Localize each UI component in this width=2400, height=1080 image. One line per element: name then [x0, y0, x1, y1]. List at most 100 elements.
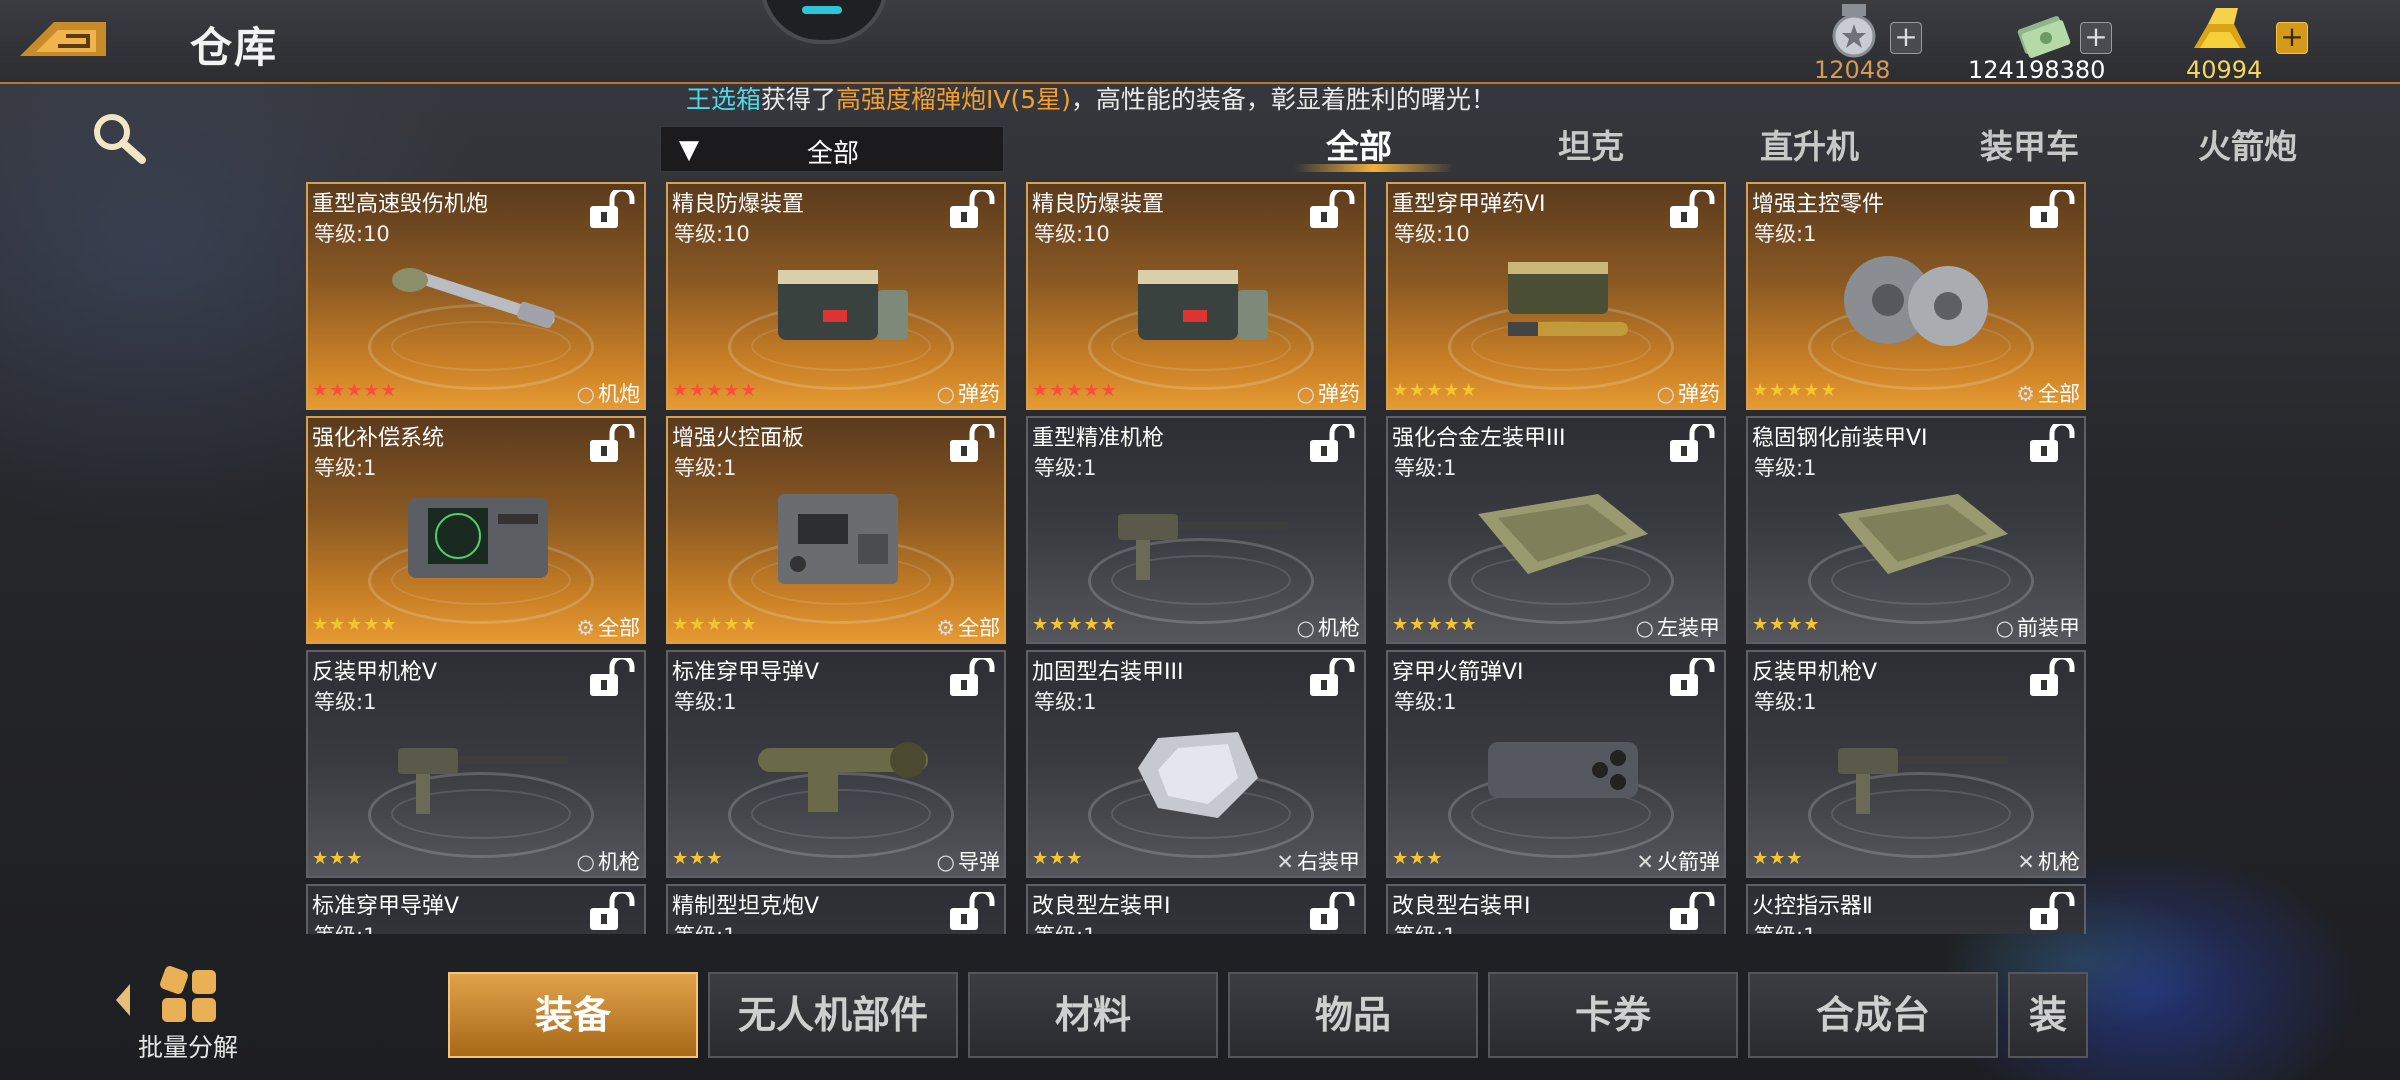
item-name: 改良型左装甲I — [1032, 894, 1171, 919]
tab-helicopter[interactable]: 直升机 — [1760, 120, 1859, 168]
top-bar: 仓库 + 12048 + 124198380 + 40994 — [0, 0, 2400, 84]
item-card[interactable]: 精制型坦克炮V等级:1 — [666, 884, 1006, 934]
item-stars: ★★★★★ — [312, 614, 398, 635]
add-gold-button[interactable]: + — [2276, 22, 2308, 54]
tab-synthesis[interactable]: 合成台 — [1748, 972, 1998, 1058]
unlock-icon[interactable] — [948, 658, 998, 698]
slot-label: 机枪 — [1318, 616, 1360, 640]
slot-label: 弹药 — [1678, 382, 1720, 406]
unlock-icon[interactable] — [588, 892, 638, 932]
tab-equipment[interactable]: 装备 — [448, 972, 698, 1058]
item-card[interactable]: 重型穿甲弹药VI 等级:10 ★★★★★ ○ 弹药 — [1386, 182, 1726, 410]
item-slot: ⚙ 全部 — [576, 612, 640, 642]
item-card[interactable]: 标准穿甲导弹V等级:1 — [306, 884, 646, 934]
tab-vouchers[interactable]: 卡券 — [1488, 972, 1738, 1058]
tab-drone-parts[interactable]: 无人机部件 — [708, 972, 958, 1058]
unlock-icon[interactable] — [588, 658, 638, 698]
tab-tank[interactable]: 坦克 — [1558, 120, 1624, 168]
tab-materials[interactable]: 材料 — [968, 972, 1218, 1058]
item-slot: ✕ 右装甲 — [1276, 846, 1360, 876]
slot-type-icon: ⚙ — [2016, 382, 2035, 406]
item-card[interactable]: 穿甲火箭弹VI 等级:1 ★★★ ✕ 火箭弹 — [1386, 650, 1726, 878]
unlock-icon[interactable] — [1668, 424, 1718, 464]
item-name: 重型高速毁伤机炮 — [312, 192, 489, 217]
item-grid[interactable]: 重型高速毁伤机炮 等级:10 ★★★★★ ○ 机炮 精良防爆装置 等级:10 ★★★★★ ○ 弹药… — [306, 182, 2088, 934]
unlock-icon[interactable] — [2028, 658, 2078, 698]
item-stars: ★★★★★ — [1032, 380, 1118, 401]
slot-type-icon: ○ — [1296, 616, 1315, 640]
item-stars: ★★★★★ — [672, 380, 758, 401]
item-slot: ⚙ 全部 — [2016, 378, 2080, 408]
unlock-icon[interactable] — [948, 892, 998, 932]
item-level: 等级:1 — [674, 690, 737, 714]
unlock-icon[interactable] — [1308, 190, 1358, 230]
unlock-icon[interactable] — [948, 190, 998, 230]
unlock-icon[interactable] — [588, 190, 638, 230]
item-card[interactable]: 精良防爆装置 等级:10 ★★★★★ ○ 弹药 — [666, 182, 1006, 410]
unlock-icon[interactable] — [588, 424, 638, 464]
item-card[interactable]: 改良型左装甲I等级:1 — [1026, 884, 1366, 934]
item-card[interactable]: 改良型右装甲I等级:1 — [1386, 884, 1726, 934]
item-card[interactable]: 重型精准机枪 等级:1 ★★★★★ ○ 机枪 — [1026, 416, 1366, 644]
tab-rocket-artillery[interactable]: 火箭炮 — [2198, 120, 2297, 168]
item-card[interactable]: 强化补偿系统 等级:1 ★★★★★ ⚙ 全部 — [306, 416, 646, 644]
gold-bar-icon — [2194, 8, 2246, 48]
item-level: 等级:1 — [1394, 920, 1456, 934]
item-name: 精良防爆装置 — [1032, 192, 1165, 217]
item-level: 等级:1 — [1034, 920, 1096, 934]
item-stars: ★★★ — [1032, 848, 1084, 869]
unlock-icon[interactable] — [2028, 892, 2078, 932]
slot-label: 机枪 — [2038, 850, 2080, 874]
item-name: 反装甲机枪V — [312, 660, 438, 685]
item-name: 火控指示器Ⅱ — [1752, 894, 1873, 919]
item-card[interactable]: 标准穿甲导弹V 等级:1 ★★★ ○ 导弹 — [666, 650, 1006, 878]
slot-type-icon: ○ — [576, 382, 595, 406]
item-card[interactable]: 稳固钢化前装甲VI 等级:1 ★★★★ ○ 前装甲 — [1746, 416, 2086, 644]
add-medal-button[interactable]: + — [1890, 22, 1922, 54]
unlock-icon[interactable] — [1308, 658, 1358, 698]
tab-armored-car[interactable]: 装甲车 — [1980, 120, 2079, 168]
tab-all[interactable]: 全部 — [1326, 120, 1392, 168]
item-stars: ★★★ — [1752, 848, 1804, 869]
back-arrow-icon[interactable] — [14, 12, 110, 64]
filter-dropdown[interactable]: ▼ 全部 — [660, 126, 1004, 172]
search-icon[interactable] — [88, 108, 150, 170]
dropdown-triangle-icon: ▼ — [679, 135, 699, 165]
item-level: 等级:1 — [314, 690, 377, 714]
announcement-ticker: 王选箱获得了高强度榴弹炮IV(5星)，高性能的装备，彰显着胜利的曙光！ — [686, 80, 1496, 116]
unlock-icon[interactable] — [1668, 658, 1718, 698]
medal-count: 12048 — [1814, 56, 1891, 84]
unlock-icon[interactable] — [1668, 190, 1718, 230]
unlock-icon[interactable] — [2028, 190, 2078, 230]
item-card[interactable]: 重型高速毁伤机炮 等级:10 ★★★★★ ○ 机炮 — [306, 182, 646, 410]
slot-label: 机枪 — [598, 850, 640, 874]
item-stars: ★★★ — [312, 848, 364, 869]
item-card[interactable]: 加固型右装甲III 等级:1 ★★★ ✕ 右装甲 — [1026, 650, 1366, 878]
item-level: 等级:1 — [1754, 222, 1817, 246]
unlock-icon[interactable] — [948, 424, 998, 464]
item-stars: ★★★★★ — [1032, 614, 1118, 635]
item-card[interactable]: 增强主控零件 等级:1 ★★★★★ ⚙ 全部 — [1746, 182, 2086, 410]
medal-icon — [1832, 4, 1876, 58]
unlock-icon[interactable] — [1308, 424, 1358, 464]
unlock-icon[interactable] — [2028, 424, 2078, 464]
item-card[interactable]: 增强火控面板 等级:1 ★★★★★ ⚙ 全部 — [666, 416, 1006, 644]
tab-items[interactable]: 物品 — [1228, 972, 1478, 1058]
shell-icon — [1138, 732, 1258, 818]
gold-count: 40994 — [2186, 56, 2263, 84]
plate-icon — [1478, 494, 1648, 574]
slot-type-icon: ✕ — [1276, 850, 1294, 874]
slot-type-icon: ⚙ — [936, 616, 955, 640]
item-card[interactable]: 反装甲机枪V 等级:1 ★★★ ○ 机枪 — [306, 650, 646, 878]
unlock-icon[interactable] — [1308, 892, 1358, 932]
item-level: 等级:1 — [1754, 690, 1817, 714]
item-card[interactable]: 精良防爆装置 等级:10 ★★★★★ ○ 弹药 — [1026, 182, 1366, 410]
item-card[interactable]: 火控指示器Ⅱ等级:1 — [1746, 884, 2086, 934]
add-cash-button[interactable]: + — [2080, 22, 2112, 54]
item-card[interactable]: 强化合金左装甲III 等级:1 ★★★★★ ○ 左装甲 — [1386, 416, 1726, 644]
item-level: 等级:1 — [314, 456, 377, 480]
unlock-icon[interactable] — [1668, 892, 1718, 932]
tab-more[interactable]: 装 — [2008, 972, 2088, 1058]
item-card[interactable]: 反装甲机枪V 等级:1 ★★★ ✕ 机枪 — [1746, 650, 2086, 878]
item-stars: ★★★ — [672, 848, 724, 869]
